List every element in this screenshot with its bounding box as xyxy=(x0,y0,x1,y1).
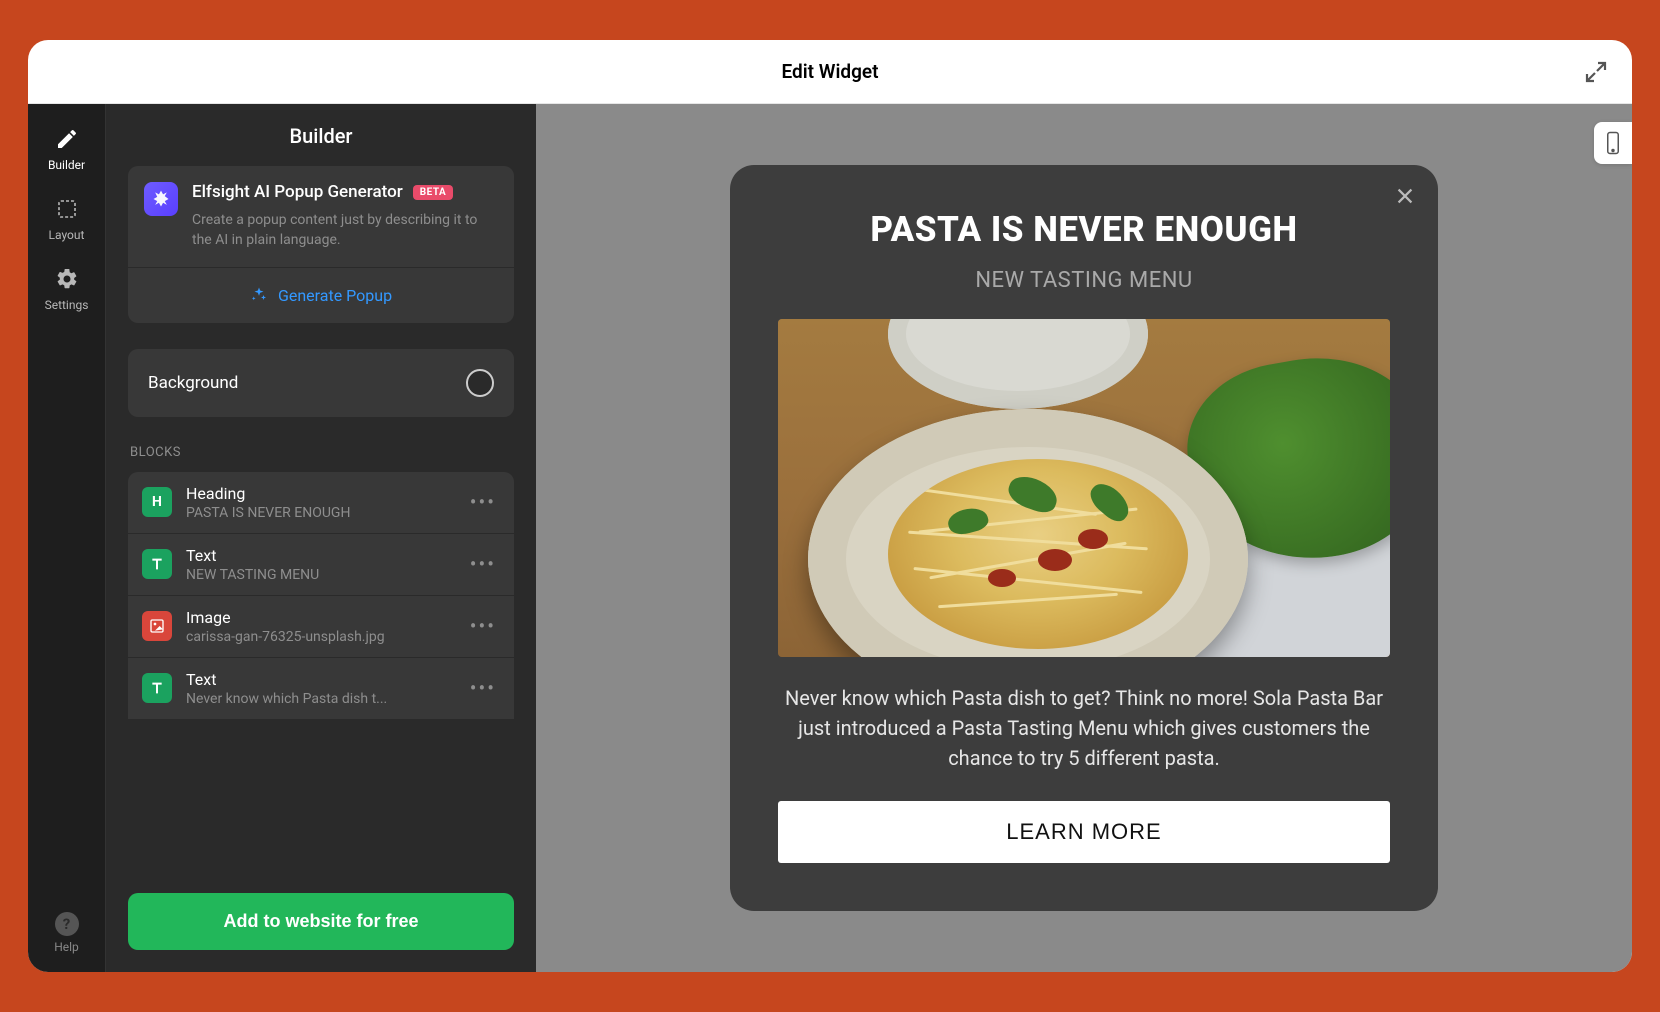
layout-icon xyxy=(54,196,80,222)
popup-preview: PASTA IS NEVER ENOUGH NEW TASTING MENU xyxy=(730,165,1438,911)
preview-canvas: PASTA IS NEVER ENOUGH NEW TASTING MENU xyxy=(536,104,1632,972)
rail-item-layout[interactable]: Layout xyxy=(28,186,105,256)
background-setting[interactable]: Background xyxy=(128,349,514,417)
ai-logo-icon xyxy=(144,182,178,216)
text-icon xyxy=(142,549,172,579)
learn-more-button[interactable]: LEARN MORE xyxy=(778,801,1390,863)
popup-headline: PASTA IS NEVER ENOUGH xyxy=(778,209,1390,250)
rail-label: Help xyxy=(54,940,79,954)
more-icon[interactable]: ••• xyxy=(466,614,500,638)
block-list: H Heading PASTA IS NEVER ENOUGH ••• Text xyxy=(128,472,514,720)
block-subtitle: PASTA IS NEVER ENOUGH xyxy=(186,505,452,521)
main-body: Builder Layout Settings ? Help B xyxy=(28,104,1632,972)
more-icon[interactable]: ••• xyxy=(466,676,500,700)
app-window: Edit Widget Builder Layout xyxy=(28,40,1632,972)
block-item-heading[interactable]: H Heading PASTA IS NEVER ENOUGH ••• xyxy=(128,472,514,534)
background-swatch xyxy=(466,369,494,397)
ai-generator-card: Elfsight AI Popup Generator BETA Create … xyxy=(128,166,514,323)
rail-label: Layout xyxy=(49,228,85,242)
block-item-image[interactable]: Image carissa-gan-76325-unsplash.jpg ••• xyxy=(128,596,514,658)
nav-rail: Builder Layout Settings ? Help xyxy=(28,104,106,972)
text-icon xyxy=(142,673,172,703)
close-icon[interactable] xyxy=(1394,185,1416,207)
generate-popup-button[interactable]: Generate Popup xyxy=(128,267,514,323)
sidebar-title: Builder xyxy=(106,104,536,166)
help-icon: ? xyxy=(55,912,79,936)
popup-body-text: Never know which Pasta dish to get? Thin… xyxy=(778,683,1390,773)
gear-icon xyxy=(54,266,80,292)
sidebar-scroll[interactable]: Elfsight AI Popup Generator BETA Create … xyxy=(106,166,536,875)
rail-item-builder[interactable]: Builder xyxy=(28,116,105,186)
block-type: Heading xyxy=(186,484,452,503)
generate-label: Generate Popup xyxy=(278,286,392,305)
expand-icon[interactable] xyxy=(1584,60,1608,84)
rail-label: Builder xyxy=(48,158,85,172)
rail-label: Settings xyxy=(45,298,89,312)
sidebar-resize-handle[interactable] xyxy=(524,164,536,814)
more-icon[interactable]: ••• xyxy=(466,490,500,514)
block-subtitle: Never know which Pasta dish t... xyxy=(186,691,452,707)
background-label: Background xyxy=(148,373,238,393)
title-bar: Edit Widget xyxy=(28,40,1632,104)
pencil-icon xyxy=(54,126,80,152)
block-subtitle: carissa-gan-76325-unsplash.jpg xyxy=(186,629,452,645)
block-type: Image xyxy=(186,608,452,627)
ai-description: Create a popup content just by describin… xyxy=(192,210,496,251)
beta-badge: BETA xyxy=(413,185,454,200)
image-icon xyxy=(142,611,172,641)
ai-title: Elfsight AI Popup Generator xyxy=(192,182,403,202)
popup-subheadline: NEW TASTING MENU xyxy=(778,268,1390,293)
block-item-text-2[interactable]: Text Never know which Pasta dish t... ••… xyxy=(128,658,514,720)
blocks-section-label: BLOCKS xyxy=(130,445,514,460)
add-to-website-button[interactable]: Add to website for free xyxy=(128,893,514,950)
more-icon[interactable]: ••• xyxy=(466,552,500,576)
block-subtitle: NEW TASTING MENU xyxy=(186,567,452,583)
block-type: Text xyxy=(186,546,452,565)
rail-item-help[interactable]: ? Help xyxy=(28,900,105,972)
builder-sidebar: Builder Elfsight AI Popup Generator BETA… xyxy=(106,104,536,972)
sparkle-icon xyxy=(250,286,268,304)
block-item-text[interactable]: Text NEW TASTING MENU ••• xyxy=(128,534,514,596)
heading-icon: H xyxy=(142,487,172,517)
ai-card-header: Elfsight AI Popup Generator BETA Create … xyxy=(128,166,514,267)
block-type: Text xyxy=(186,670,452,689)
popup-image xyxy=(778,319,1390,657)
device-preview-toggle[interactable] xyxy=(1594,122,1632,164)
window-title: Edit Widget xyxy=(781,60,878,83)
rail-item-settings[interactable]: Settings xyxy=(28,256,105,326)
